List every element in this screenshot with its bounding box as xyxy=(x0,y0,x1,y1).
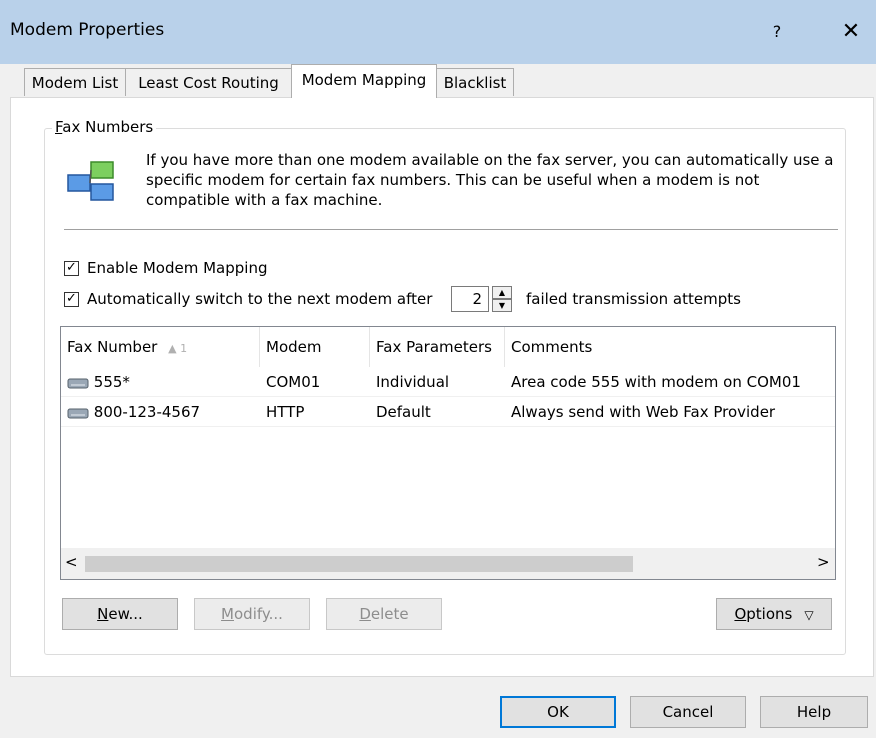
tab-blacklist[interactable]: Blacklist xyxy=(436,68,514,96)
modem-icon xyxy=(67,378,89,388)
cell-fax-number: 555* xyxy=(61,367,260,397)
table-row[interactable]: 800-123-4567 HTTP Default Always send wi… xyxy=(61,397,835,427)
delete-button[interactable]: Delete xyxy=(326,598,442,630)
ok-button[interactable]: OK xyxy=(500,696,616,728)
cancel-button[interactable]: Cancel xyxy=(630,696,746,728)
cell-fax-parameters: Default xyxy=(376,403,431,421)
modem-mapping-icon xyxy=(67,161,114,201)
scrollbar-thumb[interactable] xyxy=(85,556,633,572)
tab-modem-list[interactable]: Modem List xyxy=(24,68,126,96)
cell-modem: HTTP xyxy=(266,403,305,421)
modem-icon xyxy=(67,408,89,418)
separator xyxy=(64,229,838,230)
auto-switch-label: Automatically switch to the next modem a… xyxy=(87,290,433,308)
tab-modem-mapping[interactable]: Modem Mapping xyxy=(291,64,437,98)
cell-fax-parameters: Individual xyxy=(376,373,450,391)
options-button[interactable]: Options ▽ xyxy=(716,598,832,630)
modify-button[interactable]: Modify... xyxy=(194,598,310,630)
enable-modem-mapping-checkbox[interactable]: ✓ xyxy=(64,261,79,276)
auto-switch-checkbox[interactable]: ✓ xyxy=(64,292,79,307)
attempts-suffix-label: failed transmission attempts xyxy=(526,290,741,308)
spin-up-icon[interactable]: ▲ xyxy=(492,286,512,299)
attempts-input[interactable]: 2 xyxy=(451,286,489,312)
close-icon[interactable]: ✕ xyxy=(828,12,874,52)
enable-modem-mapping-label: Enable Modem Mapping xyxy=(87,259,268,277)
column-header-fax-number[interactable]: Fax Number ▲ 1 xyxy=(61,327,260,367)
help-icon[interactable]: ? xyxy=(754,12,800,52)
sort-ascending-icon: ▲ 1 xyxy=(168,342,188,355)
dropdown-arrow-icon: ▽ xyxy=(804,608,814,622)
new-button[interactable]: New... xyxy=(62,598,178,630)
info-text: If you have more than one modem availabl… xyxy=(146,151,834,209)
cell-modem: COM01 xyxy=(266,373,321,391)
column-header-fax-parameters[interactable]: Fax Parameters xyxy=(370,327,505,367)
help-button[interactable]: Help xyxy=(760,696,868,728)
window-title: Modem Properties xyxy=(10,20,165,40)
horizontal-scrollbar[interactable]: < > xyxy=(61,548,835,579)
group-label: Fax Numbers xyxy=(52,118,157,136)
scroll-right-icon[interactable]: > xyxy=(817,553,830,571)
table-row[interactable]: 555* COM01 Individual Area code 555 with… xyxy=(61,367,835,397)
cell-comments: Always send with Web Fax Provider xyxy=(511,403,776,421)
cell-comments: Area code 555 with modem on COM01 xyxy=(511,373,801,391)
column-header-comments[interactable]: Comments xyxy=(505,327,835,367)
table-header: Fax Number ▲ 1 Modem Fax Parameters Comm… xyxy=(61,327,835,367)
tab-least-cost-routing[interactable]: Least Cost Routing xyxy=(125,68,292,96)
cell-fax-number: 800-123-4567 xyxy=(61,397,260,427)
spin-down-icon[interactable]: ▼ xyxy=(492,299,512,312)
scroll-left-icon[interactable]: < xyxy=(65,553,78,571)
column-header-modem[interactable]: Modem xyxy=(260,327,370,367)
